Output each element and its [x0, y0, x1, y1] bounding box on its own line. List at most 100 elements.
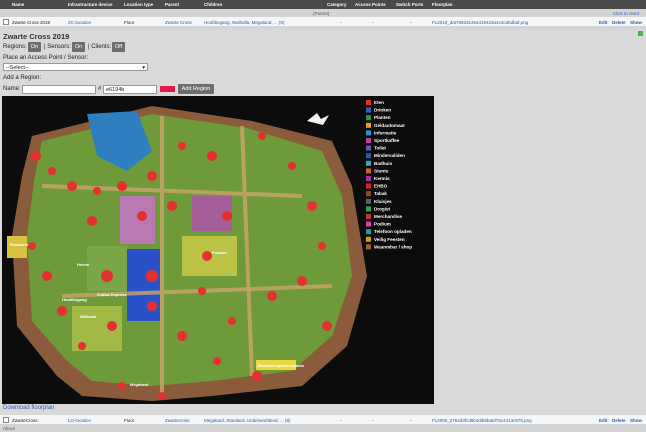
row-children[interactable]: Hoofdingang, Walhalla, Megaland, ... (9) [204, 20, 322, 25]
legend-swatch [366, 122, 371, 128]
click-to-reset-link[interactable]: Click to reset [613, 11, 639, 16]
col-type[interactable]: Location type [124, 2, 153, 7]
map-label: Hoofdingang [62, 297, 87, 302]
col-name[interactable]: Name [12, 2, 24, 7]
legend-item: Planten [374, 115, 391, 120]
row-switch: - [410, 417, 412, 423]
legend-swatch [366, 229, 371, 235]
legend-swatch [366, 236, 371, 242]
legend-swatch [366, 100, 371, 105]
row-aps: - [372, 417, 374, 423]
row-parent[interactable]: Zwartecross [165, 418, 190, 423]
row-floorplan[interactable]: FL2019_dat789231464419423a4c2cd5dbaf.png [432, 20, 582, 25]
edit-button[interactable]: Edit [599, 418, 608, 423]
color-swatch[interactable] [160, 86, 175, 92]
legend-swatch [366, 198, 371, 204]
table-row[interactable]: ZwarteCross LO-location Floor Zwartecros… [0, 415, 646, 425]
region-name-input[interactable] [22, 85, 96, 94]
row-type: Floor [124, 19, 135, 25]
legend-item: Merchandise [374, 214, 403, 219]
col-children[interactable]: Children [204, 2, 222, 7]
panel-title: Zwarte Cross 2019 [3, 32, 70, 41]
legend-swatch [366, 168, 371, 174]
legend-swatch [366, 183, 371, 189]
download-floorplan-link[interactable]: Download floorplan [3, 405, 54, 411]
regions-toggle[interactable]: On [28, 42, 41, 52]
legend-item: Telefoon opladen [374, 229, 412, 234]
row-children[interactable]: Megaland, Standard, Underworldend, ... (… [204, 418, 322, 423]
legend-swatch [366, 214, 371, 219]
region-color-input[interactable]: e6194b [103, 85, 157, 94]
clients-label: | Clients: [88, 44, 112, 50]
expand-icon[interactable] [638, 31, 643, 36]
row-name: Zwarte Cross 2019 [12, 19, 51, 25]
legend-item: Tabak [374, 191, 387, 196]
map-label: Podium [212, 250, 227, 255]
legend-item: Informatie [374, 130, 397, 135]
table-row[interactable]: Zwarte Cross 2019 ZC-location Floor Zwar… [0, 17, 646, 27]
legend-swatch [366, 221, 371, 227]
table-header: Name Infrastructure device Location type… [0, 0, 646, 9]
col-switch[interactable]: Switch Ports [396, 2, 423, 7]
show-button[interactable]: Show [630, 418, 642, 423]
name-label: Name: [3, 86, 21, 92]
sensors-toggle[interactable]: On [72, 42, 85, 52]
legend-item: Eten [374, 100, 384, 105]
map-label: Helma [77, 262, 90, 267]
col-device[interactable]: Infrastructure device [68, 2, 113, 7]
legend-swatch [366, 206, 371, 212]
col-category[interactable]: Category [327, 2, 347, 7]
col-floorplan[interactable]: Floorplan [432, 2, 453, 7]
legend-item: Kermis [374, 176, 390, 181]
legend-item: Podium [374, 222, 391, 227]
legend-swatch [366, 138, 371, 143]
row-device[interactable]: LO-location [68, 418, 91, 423]
legend-item: Waanmbar / shop [374, 244, 412, 249]
legend-item: Stunts [374, 168, 389, 173]
col-parent[interactable]: Parent [165, 2, 179, 7]
row-type: Floor [124, 417, 135, 423]
row-category: - [340, 19, 342, 25]
ap-sensor-select[interactable]: --Select-- ▾ [3, 63, 148, 71]
chevron-down-icon: ▾ [142, 65, 145, 71]
map-label: Ruilmarkt [10, 242, 29, 247]
legend-swatch [366, 130, 371, 136]
map-label: Megaland [130, 382, 149, 387]
legend-item: Mindervaliden [374, 153, 405, 158]
legend-swatch [366, 153, 371, 159]
legend-item: Badhuis [374, 161, 393, 166]
map-label: Walhalla [80, 314, 97, 319]
place-label: Place an Access Point / Sensor: [3, 55, 89, 61]
delete-button[interactable]: Delete [612, 20, 626, 25]
legend-swatch [366, 115, 371, 121]
footer-text: About [3, 426, 15, 431]
legend-item: Geldautomaat [374, 123, 405, 128]
row-checkbox[interactable] [3, 417, 9, 423]
edit-button[interactable]: Edit [599, 20, 608, 25]
legend-item: Veilig Feesten [374, 237, 405, 242]
legend-item: EHBO [374, 184, 388, 189]
clients-toggle[interactable]: Off [112, 42, 125, 52]
show-button[interactable]: Show [630, 20, 642, 25]
map-label: Zodiac Express [97, 292, 127, 297]
col-aps[interactable]: Access Points [355, 2, 386, 7]
legend-swatch [366, 145, 371, 151]
add-region-button[interactable]: Add Region [178, 84, 214, 94]
row-name: ZwarteCross [12, 417, 38, 423]
legend-item: Toilet [374, 146, 386, 151]
delete-button[interactable]: Delete [612, 418, 626, 423]
floorplan-map[interactable]: Eten Drinken Planten Geldautomaat Informatie… [2, 96, 434, 404]
legend-swatch [366, 107, 371, 113]
legend-swatch [366, 176, 371, 181]
legend-swatch [366, 244, 371, 250]
add-region-label: Add a Region: [3, 75, 42, 81]
legend-item: Sportkaffee [374, 138, 400, 143]
legend-item: Drogist [374, 206, 391, 211]
legend-item: Kluisjes [374, 199, 392, 204]
row-parent[interactable]: Zwarte Cross [165, 20, 192, 25]
row-checkbox[interactable] [3, 19, 9, 25]
row-floorplan[interactable]: FL2006_2764d3fcd8b4dd8da6d76c4413c675.pn… [432, 418, 582, 423]
select-value: --Select-- [6, 65, 29, 71]
row-device[interactable]: ZC-location [68, 20, 91, 25]
legend-swatch [366, 191, 371, 197]
